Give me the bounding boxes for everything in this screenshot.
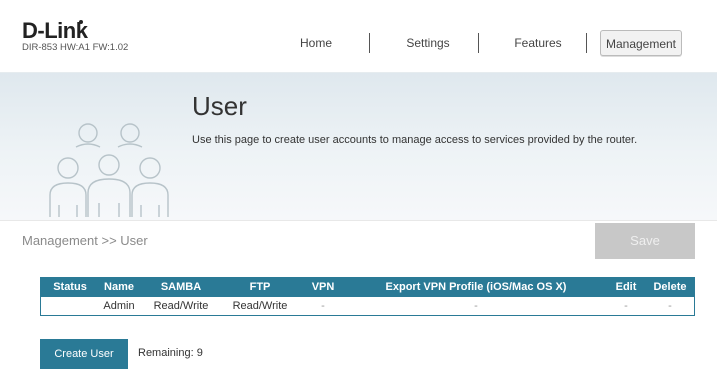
users-group-icon [49,123,169,217]
cell-ftp: Read/Write [232,300,288,312]
cell-delete: - [668,300,672,312]
main-nav: Home Settings Features Management [0,30,717,56]
nav-features[interactable]: Features [500,30,576,56]
page-description: Use this page to create user accounts to… [192,134,638,146]
table-row: Admin Read/Write Read/Write - - - - [41,297,694,315]
nav-separator [586,33,587,53]
cell-vpn: - [321,300,325,312]
col-ftp: FTP [249,281,271,293]
col-samba: SAMBA [160,281,202,293]
cell-name: Admin [103,300,135,312]
table-header: Status Name SAMBA FTP VPN Export VPN Pro… [41,278,694,297]
col-edit: Edit [615,281,637,293]
cell-export-vpn: - [474,300,478,312]
nav-settings[interactable]: Settings [392,30,464,56]
page-title: User [192,91,247,121]
save-button[interactable]: Save [595,223,695,259]
create-user-button[interactable]: Create User [40,339,128,369]
col-name: Name [104,281,134,293]
logo-dot [79,20,83,24]
breadcrumb-bar: Management >> User Save [0,220,717,260]
nav-separator [478,33,479,53]
col-vpn: VPN [311,281,335,293]
col-delete: Delete [653,281,687,293]
nav-home[interactable]: Home [288,30,344,56]
nav-management[interactable]: Management [600,30,682,56]
user-table: Status Name SAMBA FTP VPN Export VPN Pro… [40,277,695,316]
remaining-count: Remaining: 9 [138,347,203,359]
nav-separator [369,33,370,53]
col-status: Status [53,281,87,293]
cell-status [41,297,99,315]
cell-edit: - [624,300,628,312]
breadcrumb: Management >> User [22,233,148,248]
cell-samba: Read/Write [153,300,209,312]
top-header: D-Link DIR-853 HW:A1 FW:1.02 Home Settin… [0,0,717,72]
col-export-vpn: Export VPN Profile (iOS/Mac OS X) [385,281,567,293]
page-banner: User Use this page to create user accoun… [0,72,717,220]
